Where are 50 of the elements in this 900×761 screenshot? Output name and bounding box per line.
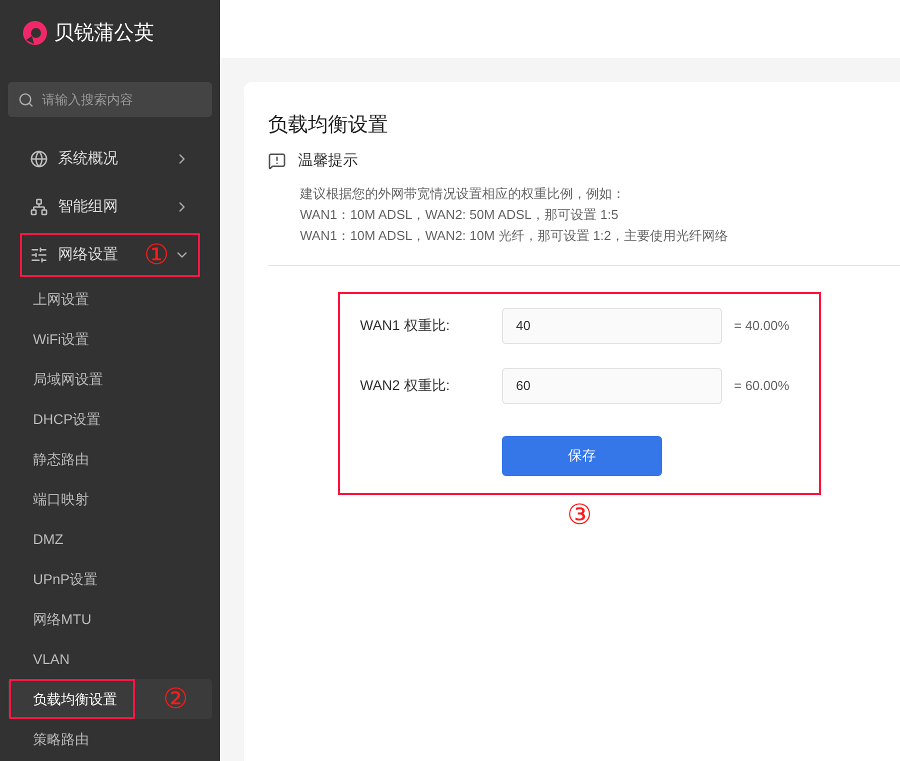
submenu-item[interactable]: 负载均衡设置 ② bbox=[8, 679, 212, 719]
annotation-number: ① bbox=[144, 241, 169, 269]
search-icon bbox=[18, 92, 34, 108]
field-label: WAN2 权重比: bbox=[360, 376, 451, 395]
submenu-item[interactable]: 静态路由 bbox=[8, 439, 212, 479]
submenu-item[interactable]: WiFi设置 bbox=[8, 319, 212, 359]
submenu-item[interactable]: UPnP设置 bbox=[8, 559, 212, 599]
menu-icon bbox=[30, 150, 48, 168]
menu-icon bbox=[30, 198, 48, 216]
tip-text: WAN1：10M ADSL，WAN2: 50M ADSL，那可设置 1:5 bbox=[300, 206, 620, 224]
page-title: 负载均衡设置 bbox=[268, 113, 389, 138]
submenu-label: 负载均衡设置 bbox=[9, 679, 135, 719]
submenu-label: 策略路由 bbox=[32, 730, 90, 748]
submenu-item[interactable]: 上网设置 bbox=[8, 279, 212, 319]
search-field[interactable]: 请输入搜索内容 bbox=[8, 82, 212, 117]
tip-text: 建议根据您的外网带宽情况设置相应的权重比例，例如： bbox=[300, 184, 626, 202]
info-icon bbox=[268, 152, 286, 170]
field-label: WAN1 权重比: bbox=[360, 316, 451, 335]
weight-input[interactable]: 40 bbox=[502, 308, 722, 344]
submenu-label: DHCP设置 bbox=[32, 410, 102, 428]
submenu-item[interactable]: 策略路由 bbox=[8, 719, 212, 759]
submenu-label: WiFi设置 bbox=[32, 330, 90, 348]
submenu-item[interactable]: VLAN bbox=[8, 639, 212, 679]
percentage-text: = 60.00% bbox=[734, 376, 790, 395]
submenu-item[interactable]: 局域网设置 bbox=[8, 359, 212, 399]
tip-title: 温馨提示 bbox=[298, 151, 358, 171]
menu-item[interactable]: 智能组网 bbox=[20, 185, 200, 229]
submenu-label: 端口映射 bbox=[32, 490, 90, 508]
submenu-item[interactable]: 网络MTU bbox=[8, 599, 212, 639]
menu-icon bbox=[30, 246, 48, 264]
submenu-label: 网络MTU bbox=[32, 610, 92, 628]
submenu-label: DMZ bbox=[32, 530, 64, 548]
tip-text: WAN1：10M ADSL，WAN2: 10M 光纤，那可设置 1:2，主要使用光纤网络 bbox=[300, 226, 730, 244]
menu-item[interactable]: 网络设置 ① bbox=[20, 233, 200, 277]
submenu-label: VLAN bbox=[32, 650, 71, 668]
brand-name: 贝锐蒲公英 bbox=[54, 21, 154, 46]
submenu-item[interactable]: 端口映射 bbox=[8, 479, 212, 519]
annotation-number: ② bbox=[163, 685, 188, 713]
annotation-number: ③ bbox=[567, 500, 592, 528]
submenu-label: 局域网设置 bbox=[32, 370, 104, 388]
submenu-label: 上网设置 bbox=[32, 290, 90, 308]
submenu-label: UPnP设置 bbox=[32, 570, 99, 588]
submenu-item[interactable]: DHCP设置 bbox=[8, 399, 212, 439]
percentage-text: = 40.00% bbox=[734, 316, 790, 335]
logo-icon bbox=[22, 20, 48, 46]
save-button[interactable]: 保存 bbox=[502, 436, 662, 476]
submenu-item[interactable]: DMZ bbox=[8, 519, 212, 559]
weight-input[interactable]: 60 bbox=[502, 368, 722, 404]
menu-item[interactable]: 系统概况 bbox=[20, 137, 200, 181]
submenu-label: 静态路由 bbox=[32, 450, 90, 468]
